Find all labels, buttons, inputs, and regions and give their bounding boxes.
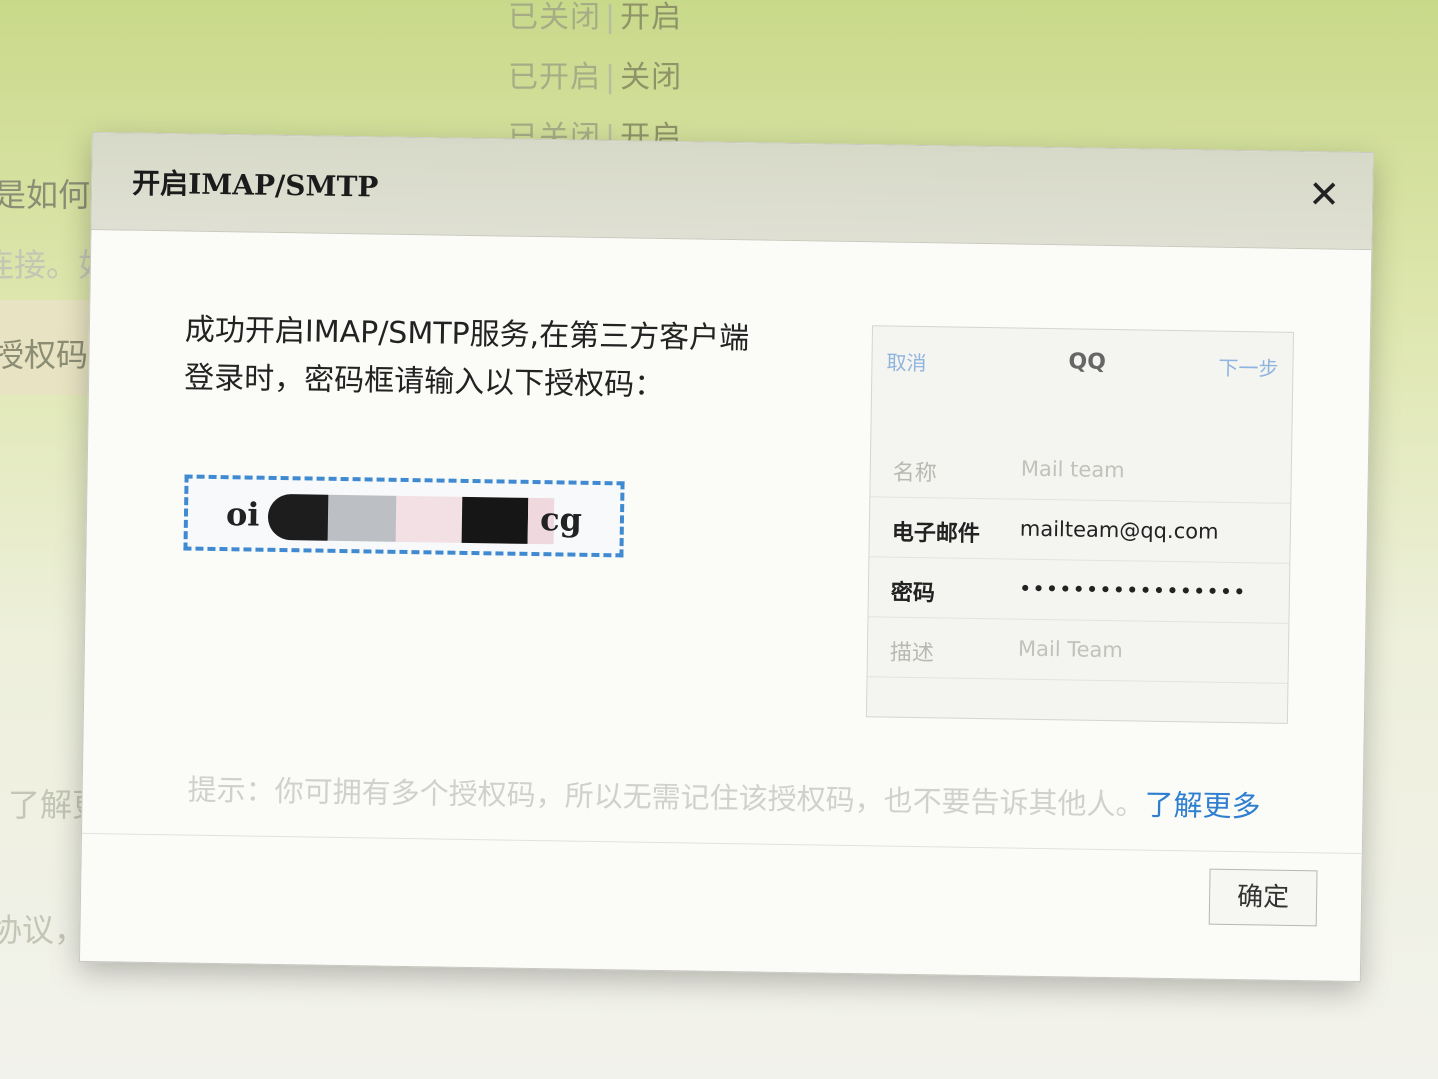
- hint-message: 提示：你可拥有多个授权码，所以无需记住该授权码，也不要告诉其他人。: [187, 772, 1145, 822]
- illustration-navbar: 取消 QQ 下一步: [872, 326, 1293, 403]
- background-text-fragment: 授权码: [0, 336, 89, 374]
- redaction-block: [461, 496, 529, 544]
- field-value: Mail Team: [1017, 636, 1124, 663]
- field-label: 描述: [889, 640, 935, 667]
- status-action-link[interactable]: 关闭: [620, 60, 682, 95]
- status-state: 已开启: [508, 60, 601, 95]
- status-row-1: 已关闭 | 开启: [508, 0, 683, 35]
- field-value: •••••••••••••••••: [1018, 576, 1247, 605]
- field-label: 名称: [892, 460, 937, 487]
- field-value: mailteam@qq.com: [1019, 516, 1219, 544]
- background-text-fragment: 是如何: [0, 176, 91, 214]
- auth-code-end: cg: [539, 500, 583, 539]
- dialog-title: 开启IMAP/SMTP: [131, 166, 379, 204]
- imap-smtp-dialog: 开启IMAP/SMTP ✕ 成功开启IMAP/SMTP服务,在第三方客户端 登录…: [78, 132, 1374, 983]
- illustration-row-password: 密码 •••••••••••••••••: [868, 556, 1290, 624]
- illustration-next: 下一步: [1218, 355, 1279, 381]
- field-value: Mail team: [1020, 456, 1125, 483]
- message-line-2: 登录时，密码框请输入以下授权码：: [183, 360, 665, 404]
- redaction-block: [267, 493, 331, 541]
- illustration-row-name: 名称 Mail team: [870, 436, 1292, 504]
- footer-divider: [81, 832, 1362, 855]
- redaction-block: [395, 495, 463, 543]
- dialog-titlebar: 开启IMAP/SMTP ✕: [91, 133, 1373, 251]
- hint-text: 提示：你可拥有多个授权码，所以无需记住该授权码，也不要告诉其他人。了解更多: [187, 767, 1261, 826]
- ok-button[interactable]: 确定: [1208, 868, 1318, 927]
- background-text-fragment: 协议，: [0, 911, 87, 949]
- auth-code-box[interactable]: oi cg: [183, 474, 625, 558]
- illustration-row-description: 描述 Mail Team: [867, 616, 1289, 684]
- status-state: 已关闭: [508, 0, 601, 35]
- illustration-cancel: 取消: [886, 350, 927, 376]
- illustration-row-email: 电子邮件 mailteam@qq.com: [869, 496, 1291, 564]
- illustration-title: QQ: [1068, 349, 1107, 375]
- field-label: 电子邮件: [891, 520, 980, 547]
- status-row-2: 已开启 | 关闭: [508, 60, 683, 95]
- status-action-link[interactable]: 开启: [620, 0, 682, 35]
- redaction-block: [327, 494, 399, 542]
- learn-more-link[interactable]: 了解更多: [1144, 788, 1261, 824]
- client-setup-illustration: 取消 QQ 下一步 名称 Mail team 电子邮件 mailteam@qq.…: [865, 325, 1295, 724]
- auth-code-start: oi: [225, 495, 260, 534]
- close-icon[interactable]: ✕: [1304, 172, 1345, 216]
- field-label: 密码: [890, 580, 936, 607]
- success-message: 成功开启IMAP/SMTP服务,在第三方客户端 登录时，密码框请输入以下授权码：: [184, 306, 805, 412]
